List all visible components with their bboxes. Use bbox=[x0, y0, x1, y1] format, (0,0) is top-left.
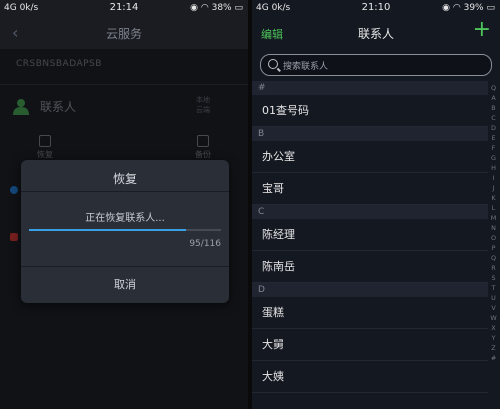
app-header: 编辑 联系人 + bbox=[252, 17, 500, 49]
progress-fill bbox=[29, 229, 187, 231]
add-contact-icon[interactable]: + bbox=[473, 19, 491, 41]
contact-list-item[interactable]: 陈经理 bbox=[252, 219, 488, 251]
progress-count: 95/116 bbox=[189, 239, 221, 249]
status-bar: 4G 0k/s 21:14 ◉ ◠ 38% ▭ bbox=[0, 0, 248, 17]
battery-percent: 38% bbox=[211, 3, 232, 13]
contact-list-item[interactable]: 宝哥 bbox=[252, 173, 488, 205]
index-letter[interactable]: C bbox=[489, 113, 498, 123]
app-header: ‹ 云服务 bbox=[0, 17, 248, 49]
index-letter[interactable]: Q bbox=[489, 83, 498, 93]
index-letter[interactable]: Y bbox=[489, 333, 498, 343]
status-right: ◉ ◠ 39% ▭ bbox=[442, 3, 495, 13]
contact-list-item[interactable]: 办公室 bbox=[252, 141, 488, 173]
index-letter[interactable]: N bbox=[489, 223, 498, 233]
dialog-message: 正在恢复联系人... bbox=[85, 213, 165, 224]
index-letter[interactable]: H bbox=[489, 163, 498, 173]
contact-list: #01查号码 B 办公室 宝哥 C 陈经理 陈南岳 D 蛋糕 大舅 大姨 bbox=[252, 81, 488, 393]
search-input[interactable]: 搜索联系人 bbox=[260, 54, 492, 76]
battery-percent: 39% bbox=[463, 3, 484, 13]
index-letter[interactable]: E bbox=[489, 133, 498, 143]
left-phone-screen: 4G 0k/s 21:14 ◉ ◠ 38% ▭ ‹ 云服务 CRSBNSBADA… bbox=[0, 0, 248, 409]
progress-track bbox=[29, 229, 221, 231]
section-header: # bbox=[252, 81, 488, 95]
section-header: D bbox=[252, 283, 488, 297]
section-header: B bbox=[252, 127, 488, 141]
restore-dialog: 恢复 正在恢复联系人... 95/116 取消 bbox=[21, 160, 229, 303]
index-letter[interactable]: I bbox=[489, 173, 498, 183]
index-letter[interactable]: S bbox=[489, 273, 498, 283]
status-bar: 4G 0k/s 21:10 ◉ ◠ 39% ▭ bbox=[252, 0, 500, 17]
index-letter[interactable]: O bbox=[489, 233, 498, 243]
contact-list-item[interactable]: 大姨 bbox=[252, 361, 488, 393]
index-letter[interactable]: P bbox=[489, 243, 498, 253]
index-letter[interactable]: X bbox=[489, 323, 498, 333]
alphabet-index[interactable]: Q A B C D E F G H I J K L M N O P Q R S T U V W X Y Z # bbox=[489, 83, 498, 363]
index-letter[interactable]: J bbox=[489, 183, 498, 193]
page-title: 云服务 bbox=[105, 27, 142, 41]
dialog-divider bbox=[21, 191, 229, 192]
index-letter[interactable]: Q bbox=[489, 253, 498, 263]
index-letter[interactable]: F bbox=[489, 143, 498, 153]
index-letter[interactable]: A bbox=[489, 93, 498, 103]
index-letter[interactable]: D bbox=[489, 123, 498, 133]
contact-list-item[interactable]: 大舅 bbox=[252, 329, 488, 361]
right-phone-screen: 4G 0k/s 21:10 ◉ ◠ 39% ▭ 编辑 联系人 + 搜索联系人 #… bbox=[252, 0, 500, 409]
index-letter[interactable]: M bbox=[489, 213, 498, 223]
search-placeholder: 搜索联系人 bbox=[283, 62, 329, 72]
index-letter[interactable]: T bbox=[489, 283, 498, 293]
search-icon bbox=[268, 59, 278, 69]
dialog-title: 恢复 bbox=[112, 172, 137, 186]
index-letter[interactable]: W bbox=[489, 313, 498, 323]
section-header: C bbox=[252, 205, 488, 219]
contact-list-item[interactable]: 蛋糕 bbox=[252, 297, 488, 329]
index-letter[interactable]: G bbox=[489, 153, 498, 163]
index-letter[interactable]: Z bbox=[489, 343, 498, 353]
status-right: ◉ ◠ 38% ▭ bbox=[190, 3, 243, 13]
cancel-button[interactable]: 取消 bbox=[21, 267, 229, 303]
index-letter[interactable]: L bbox=[489, 203, 498, 213]
contact-list-item[interactable]: 01查号码 bbox=[252, 95, 488, 127]
page-title: 联系人 bbox=[357, 27, 394, 41]
index-letter[interactable]: # bbox=[489, 353, 498, 363]
index-letter[interactable]: K bbox=[489, 193, 498, 203]
index-letter[interactable]: U bbox=[489, 293, 498, 303]
index-letter[interactable]: R bbox=[489, 263, 498, 273]
index-letter[interactable]: V bbox=[489, 303, 498, 313]
contact-list-item[interactable]: 陈南岳 bbox=[252, 251, 488, 283]
index-letter[interactable]: B bbox=[489, 103, 498, 113]
